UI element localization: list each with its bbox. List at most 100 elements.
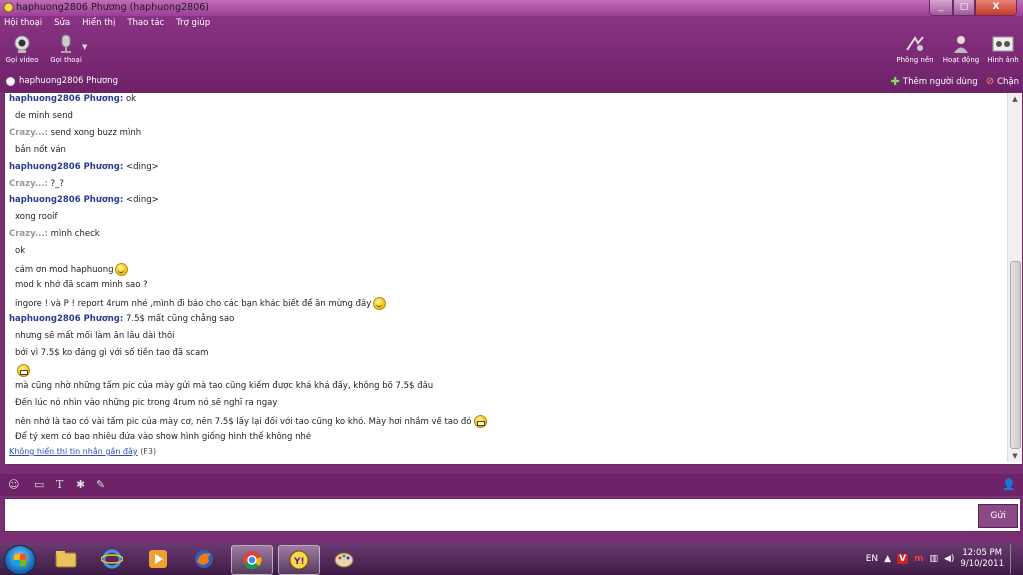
- menu-edit[interactable]: Sửa: [54, 18, 70, 28]
- language-indicator[interactable]: EN: [866, 554, 878, 564]
- background-button[interactable]: Phông nền: [896, 34, 934, 64]
- chat-bubble-icon[interactable]: ▭: [34, 478, 44, 491]
- video-call-label: Gọi video: [5, 56, 39, 64]
- network-icon[interactable]: ▥: [929, 554, 938, 564]
- voice-call-label: Gọi thoại: [50, 56, 82, 64]
- firefox-icon: [195, 550, 213, 568]
- message-text: bắn nốt ván: [15, 144, 66, 155]
- message-text: <ding>: [123, 161, 159, 172]
- message-text: Đến lúc nó nhìn vào những pic trong 4rum…: [15, 398, 278, 409]
- contact-header: haphuong2806 Phương: [6, 76, 118, 86]
- message-input-area[interactable]: [4, 498, 1021, 532]
- taskbar-app[interactable]: [138, 545, 178, 573]
- scroll-up-icon[interactable]: ▲: [1008, 93, 1022, 105]
- message-line: ok: [15, 246, 25, 256]
- message-header: Crazy...: send xong buzz mình: [9, 128, 141, 138]
- minimize-button[interactable]: _: [929, 0, 953, 16]
- message-line: ingore ! và P ! report 4rum nhé ,mình đi…: [15, 296, 387, 310]
- message-text: de minh send: [15, 110, 73, 121]
- message-input[interactable]: [9, 503, 973, 527]
- message-text: mod k nhớ đã scam mình sao ?: [15, 279, 148, 290]
- smile-emoticon-icon: [373, 296, 387, 310]
- explorer-icon: [55, 551, 77, 568]
- message-text: cám ơn mod haphuong: [15, 265, 114, 275]
- message-text: ingore ! và P ! report 4rum nhé ,mình đi…: [15, 298, 372, 309]
- buzz-icon[interactable]: ✱: [76, 478, 85, 491]
- yahoo-messenger-icon: Y!: [289, 550, 309, 570]
- attach-icon[interactable]: ✎: [96, 478, 105, 491]
- taskbar-app[interactable]: [184, 545, 224, 573]
- send-button[interactable]: Gửi: [978, 504, 1018, 528]
- taskbar-app[interactable]: [231, 545, 273, 575]
- activity-label: Hoạt động: [942, 56, 980, 64]
- message-line: de minh send: [15, 111, 73, 121]
- message-header: haphuong2806 Phương: <ding>: [9, 195, 159, 205]
- show-desktop-button[interactable]: [1010, 544, 1019, 574]
- emoticon-icon[interactable]: ☺: [8, 478, 19, 491]
- tray-app-icon[interactable]: m: [914, 554, 923, 564]
- tray-expand-icon[interactable]: ▲: [884, 554, 891, 564]
- photos-icon: [992, 36, 1014, 52]
- taskbar-app[interactable]: [92, 545, 132, 573]
- photos-button[interactable]: Hình ảnh: [984, 34, 1022, 64]
- block-icon: ⊘: [985, 76, 995, 87]
- volume-icon[interactable]: ◀): [944, 554, 954, 564]
- taskbar-app[interactable]: [324, 545, 364, 573]
- title-bar: haphuong2806 Phương (haphuong2806) _ ▢ X: [0, 0, 1023, 16]
- clock-date: 9/10/2011: [960, 559, 1004, 569]
- recent-messages-link[interactable]: Không hiển thị tin nhắn gần đây: [9, 447, 138, 456]
- status-icon: [6, 76, 15, 86]
- clock-time: 12:05 PM: [962, 548, 1003, 558]
- menu-conversation[interactable]: Hội thoại: [4, 18, 42, 28]
- menu-bar: Hội thoại Sửa Hiển thị Thao tác Trợ giúp: [4, 18, 210, 28]
- add-user-link[interactable]: ✚ Thêm người dùng: [891, 75, 978, 88]
- message-text: 7.5$ mất cũng chẳng sao: [123, 313, 235, 324]
- recent-messages-toggle[interactable]: Không hiển thị tin nhắn gần đây (F3): [9, 447, 156, 456]
- sender-name[interactable]: haphuong2806 Phương:: [9, 314, 123, 324]
- maximize-button[interactable]: ▢: [953, 0, 975, 16]
- taskbar-app[interactable]: Y!: [278, 545, 320, 575]
- antivirus-icon[interactable]: V: [897, 554, 909, 564]
- clock[interactable]: 12:05 PM 9/10/2011: [960, 548, 1004, 570]
- message-text: nhưng sẽ mất mối làm ăn lâu dài thôi: [15, 330, 175, 341]
- menu-help[interactable]: Trợ giúp: [176, 18, 210, 28]
- taskbar: Y! EN ▲ V m ▥ ◀) 12:05 PM 9/10/2011: [0, 543, 1023, 575]
- sender-name[interactable]: haphuong2806 Phương:: [9, 162, 123, 172]
- sender-name[interactable]: haphuong2806 Phương:: [9, 195, 123, 205]
- block-link[interactable]: ⊘ Chặn: [986, 76, 1019, 87]
- video-call-button[interactable]: Gọi video: [3, 34, 41, 64]
- message-text: nên nhớ là tao có vài tấm pic của mày cơ…: [15, 417, 472, 428]
- messenger-app-icon: [3, 2, 14, 13]
- svg-text:Y!: Y!: [293, 557, 305, 567]
- start-button[interactable]: [4, 545, 36, 575]
- window-chrome: Hội thoại Sửa Hiển thị Thao tác Trợ giúp…: [0, 16, 1023, 92]
- format-toolbar: ☺ ▭ T ✱ ✎ 👤: [0, 474, 1023, 496]
- sender-name[interactable]: Crazy...:: [9, 179, 48, 189]
- participants-icon[interactable]: 👤: [1002, 478, 1016, 491]
- conversation-scrollbar[interactable]: ▲ ▼: [1007, 93, 1022, 462]
- scroll-down-icon[interactable]: ▼: [1008, 450, 1022, 462]
- menu-view[interactable]: Hiển thị: [82, 18, 115, 28]
- message-line: nhưng sẽ mất mối làm ăn lâu dài thôi: [15, 331, 175, 341]
- message-header: haphuong2806 Phương: 7.5$ mất cũng chẳng…: [9, 314, 234, 324]
- message-line: mà cũng nhờ những tấm pic của mày gửi mà…: [15, 381, 433, 391]
- sender-name[interactable]: Crazy...:: [9, 229, 48, 239]
- conversation-pane[interactable]: haphuong2806 Phương: ok de minh send Crazy…: [4, 92, 1023, 465]
- background-icon: [906, 36, 924, 51]
- grin-emoticon-icon: [473, 415, 487, 429]
- chrome-icon: [243, 551, 262, 570]
- message-line: xong rooif: [15, 212, 58, 222]
- activity-button[interactable]: Hoạt động: [942, 34, 980, 64]
- message-text: mình check: [47, 229, 100, 240]
- taskbar-app[interactable]: [46, 545, 86, 573]
- photos-label: Hình ảnh: [987, 56, 1019, 64]
- menu-actions[interactable]: Thao tác: [127, 18, 164, 28]
- voice-call-button[interactable]: Gọi thoại: [47, 34, 85, 64]
- sender-name[interactable]: haphuong2806 Phương:: [9, 94, 123, 104]
- sender-name[interactable]: Crazy...:: [9, 128, 48, 138]
- message-text: send xong buzz mình: [47, 127, 142, 138]
- scrollbar-thumb[interactable]: [1010, 261, 1021, 449]
- chevron-down-icon[interactable]: ▼: [82, 43, 87, 51]
- close-button[interactable]: X: [975, 0, 1017, 16]
- text-format-icon[interactable]: T: [56, 478, 63, 491]
